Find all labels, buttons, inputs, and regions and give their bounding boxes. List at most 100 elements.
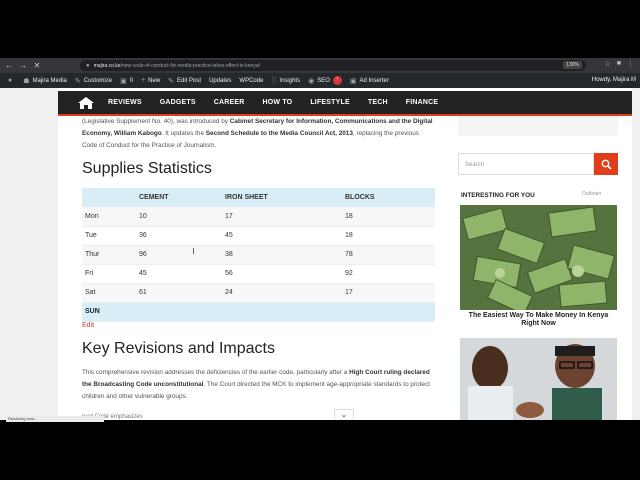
ad-inserter-link[interactable]: ▣ Ad Inserter — [350, 77, 389, 85]
table-header-row: CEMENT IRON SHEET BLOCKS — [82, 188, 435, 207]
outbrain-logo[interactable]: Outbrain — [582, 191, 601, 197]
people-photo-image — [460, 338, 617, 420]
browser-toolbar: ← → ✕ ● majira.co.ke/new-code-of-conduct… — [0, 58, 640, 73]
table-header: IRON SHEET — [222, 188, 342, 207]
table-cell: Fri — [82, 264, 136, 284]
table-header: BLOCKS — [342, 188, 435, 207]
ad-caption[interactable]: The Easiest Way To Make Money In Kenya R… — [460, 310, 617, 330]
search-icon — [601, 159, 612, 170]
forward-icon[interactable]: → — [18, 61, 28, 71]
plus-icon: + — [141, 77, 146, 84]
back-icon[interactable]: ← — [4, 61, 14, 71]
sidebar-top-widget — [458, 116, 618, 136]
table-cell: 10 — [136, 207, 222, 227]
bar-chart-icon: ░ — [271, 77, 277, 84]
screen: ← → ✕ ● majira.co.ke/new-code-of-conduct… — [0, 0, 640, 480]
wpcode-link[interactable]: WPCode — [239, 78, 263, 84]
table-cell — [222, 302, 342, 322]
wp-logo-icon[interactable]: ● — [8, 77, 15, 84]
status-bar: Resolving host... — [6, 416, 104, 422]
table-cell: 92 — [342, 264, 435, 284]
nav-item-reviews[interactable]: REVIEWS — [108, 99, 142, 106]
table-cell: 45 — [222, 226, 342, 246]
comment-icon: ▣ — [120, 77, 127, 85]
table-cell: Thur — [82, 245, 136, 265]
article-intro: (Legislative Supplement No. 40), was int… — [82, 116, 436, 178]
search-button[interactable] — [594, 153, 618, 175]
seo-badge: ! — [332, 76, 342, 85]
table-cell: 18 — [342, 207, 435, 227]
table-cell: 61 — [136, 283, 222, 303]
site-nav: REVIEWS GADGETS CAREER HOW TO LIFESTYLE … — [58, 91, 632, 116]
table-row: Mon 10 17 18 — [82, 207, 435, 227]
ad-inserter-icon: ▣ — [349, 77, 357, 85]
interesting-for-you-title: INTERESTING FOR YOU — [461, 192, 535, 199]
nav-item-how-to[interactable]: HOW TO — [262, 99, 292, 106]
table-cell: Tue — [82, 226, 136, 246]
table-row: SUN — [82, 302, 435, 322]
table-row: Fri 45 56 92 — [82, 264, 435, 284]
table-cell: 36 — [136, 226, 222, 246]
zoom-indicator[interactable]: 130% — [563, 61, 582, 69]
table-row: Sat 61 24 17 — [82, 283, 435, 303]
pencil-icon: ✎ — [168, 77, 175, 85]
table-row: Tue 36 45 18 — [82, 226, 435, 246]
table-cell: Sat — [82, 283, 136, 303]
seo-link[interactable]: ◉ SEO! — [308, 76, 342, 85]
nav-item-finance[interactable]: FINANCE — [406, 99, 439, 106]
browser-actions: ☆ ■ ⋮ — [604, 60, 634, 68]
table-header — [82, 188, 136, 207]
insights-link[interactable]: ░ Insights — [271, 77, 300, 84]
table-cell: 18 — [342, 226, 435, 246]
heading-key-revisions: Key Revisions and Impacts — [82, 340, 275, 357]
table-cell: 56 — [222, 264, 342, 284]
home-icon: ☗ — [23, 77, 30, 85]
ad-image-people[interactable] — [460, 338, 617, 420]
table-cell: 17 — [222, 207, 342, 227]
intro-paragraph: (Legislative Supplement No. 40), was int… — [82, 118, 433, 149]
site-name-link[interactable]: ☗ Majira Media — [23, 77, 67, 85]
edit-link[interactable]: Edit — [82, 322, 94, 329]
stop-icon[interactable]: ✕ — [32, 61, 42, 71]
table-cell: 24 — [222, 283, 342, 303]
lock-icon: ● — [86, 62, 90, 69]
nav-item-career[interactable]: CAREER — [214, 99, 245, 106]
howdy-user-link[interactable]: Howdy, Majira M — [592, 77, 636, 83]
comments-link[interactable]: ▣ 0 — [120, 77, 133, 85]
nav-item-lifestyle[interactable]: LIFESTYLE — [310, 99, 350, 106]
heading-supplies-statistics: Supplies Statistics — [82, 160, 212, 177]
url-text: majira.co.ke/new-code-of-conduct-for-med… — [93, 62, 260, 69]
revisions-paragraph: This comprehensive revision addresses th… — [82, 369, 430, 400]
money-notes-image — [460, 205, 617, 310]
table-cell: 78 — [342, 245, 435, 265]
bookmark-star-icon[interactable]: ☆ — [604, 60, 610, 68]
edit-post-link[interactable]: ✎ Edit Post — [168, 77, 201, 85]
home-icon[interactable] — [76, 96, 96, 110]
nav-item-gadgets[interactable]: GADGETS — [160, 99, 196, 106]
chevron-down-icon[interactable]: ⌄ — [334, 409, 354, 420]
customize-link[interactable]: ✎ Customize — [75, 77, 112, 85]
supplies-table: CEMENT IRON SHEET BLOCKS Mon 10 17 18 Tu… — [82, 188, 435, 322]
table-cell — [342, 302, 435, 322]
table-cell: 45 — [136, 264, 222, 284]
table-cell: 38 — [222, 245, 342, 265]
search-input[interactable]: Search — [458, 153, 594, 175]
table-cell: 17 — [342, 283, 435, 303]
table-cell — [136, 302, 222, 322]
table-header: CEMENT — [136, 188, 222, 207]
extensions-icon[interactable]: ■ — [617, 60, 621, 68]
new-link[interactable]: + New — [141, 77, 160, 84]
table-cell: 96 — [136, 245, 222, 265]
ad-image-money[interactable] — [460, 205, 617, 310]
address-bar[interactable]: ● majira.co.ke/new-code-of-conduct-for-m… — [80, 60, 586, 71]
brush-icon: ✎ — [74, 77, 81, 85]
nav-item-tech[interactable]: TECH — [368, 99, 388, 106]
table-cell: SUN — [82, 302, 136, 322]
page-viewport: REVIEWS GADGETS CAREER HOW TO LIFESTYLE … — [0, 88, 640, 420]
text-cursor-icon — [193, 248, 197, 254]
table-row: Thur 96 38 78 — [82, 245, 435, 265]
menu-icon[interactable]: ⋮ — [627, 60, 634, 68]
wp-admin-bar: ● ☗ Majira Media ✎ Customize ▣ 0 + New ✎ Edit… — [0, 73, 640, 88]
updates-link[interactable]: Updates — [209, 78, 231, 84]
table-cell: Mon — [82, 207, 136, 227]
